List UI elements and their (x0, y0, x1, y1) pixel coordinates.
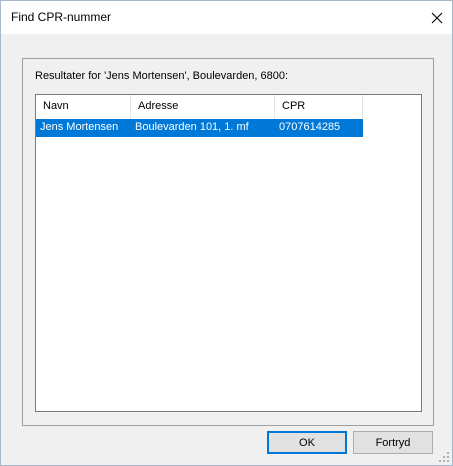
cell-navn: Jens Mortensen (40, 121, 119, 133)
resize-grip-icon[interactable] (438, 451, 450, 463)
results-caption: Resultater for 'Jens Mortensen', Bouleva… (35, 70, 289, 82)
results-list[interactable]: Navn Adresse CPR Jens Mortensen Boulevar… (35, 94, 422, 412)
results-group: Resultater for 'Jens Mortensen', Bouleva… (22, 58, 434, 426)
close-button[interactable] (422, 1, 452, 34)
close-icon (431, 12, 443, 23)
cell-adresse: Boulevarden 101, 1. mf (135, 121, 249, 133)
ok-button[interactable]: OK (267, 431, 347, 454)
title-bar: Find CPR-nummer (1, 1, 452, 34)
cell-cpr: 0707614285 (279, 121, 341, 133)
column-header-adresse[interactable]: Adresse (131, 95, 275, 119)
dialog-window: Find CPR-nummer Resultater for 'Jens Mor… (0, 0, 453, 466)
column-header-navn[interactable]: Navn (36, 95, 131, 119)
column-header-cpr[interactable]: CPR (275, 95, 363, 119)
cancel-button[interactable]: Fortryd (353, 431, 433, 454)
dialog-title: Find CPR-nummer (11, 10, 112, 24)
table-row[interactable]: Jens Mortensen Boulevarden 101, 1. mf 07… (36, 119, 363, 137)
list-header: Navn Adresse CPR (36, 95, 421, 119)
